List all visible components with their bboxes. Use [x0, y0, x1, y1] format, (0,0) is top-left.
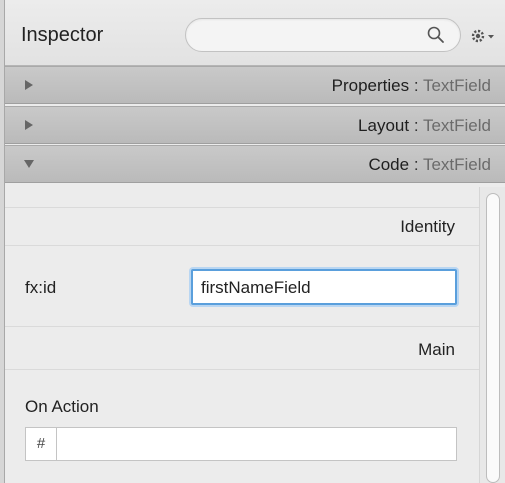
- search-field[interactable]: [185, 18, 461, 52]
- section-code-label: Code : TextField: [368, 155, 491, 174]
- scrollbar-thumb[interactable]: [486, 193, 500, 483]
- inspector-title: Inspector: [21, 24, 104, 46]
- on-action-input[interactable]: #: [25, 427, 457, 461]
- fxid-input[interactable]: firstNameField: [191, 269, 457, 305]
- code-section-body: Identity fx:id firstNameField Main On Ac…: [5, 185, 505, 483]
- search-icon[interactable]: [426, 25, 446, 45]
- identity-heading: Identity: [400, 217, 455, 236]
- divider: [5, 245, 479, 246]
- triangle-down-icon: [24, 160, 34, 168]
- divider: [5, 369, 479, 370]
- section-layout[interactable]: Layout : TextField: [5, 106, 505, 144]
- triangle-right-icon: [25, 80, 33, 90]
- triangle-right-icon: [25, 120, 33, 130]
- section-code[interactable]: Code : TextField: [5, 145, 505, 183]
- vertical-scrollbar[interactable]: [479, 187, 505, 483]
- section-properties[interactable]: Properties : TextField: [5, 66, 505, 104]
- inspector-header: Inspector: [5, 0, 505, 66]
- main-heading: Main: [418, 340, 455, 359]
- divider: [5, 326, 479, 327]
- divider: [5, 207, 479, 208]
- on-action-label: On Action: [25, 397, 99, 416]
- section-layout-label: Layout : TextField: [358, 116, 491, 135]
- fxid-label: fx:id: [25, 278, 57, 297]
- section-properties-label: Properties : TextField: [331, 76, 491, 95]
- inspector-window: Inspector Properties : TextField Layout …: [0, 0, 505, 483]
- gear-icon[interactable]: [469, 26, 497, 46]
- on-action-prefix: #: [26, 428, 57, 460]
